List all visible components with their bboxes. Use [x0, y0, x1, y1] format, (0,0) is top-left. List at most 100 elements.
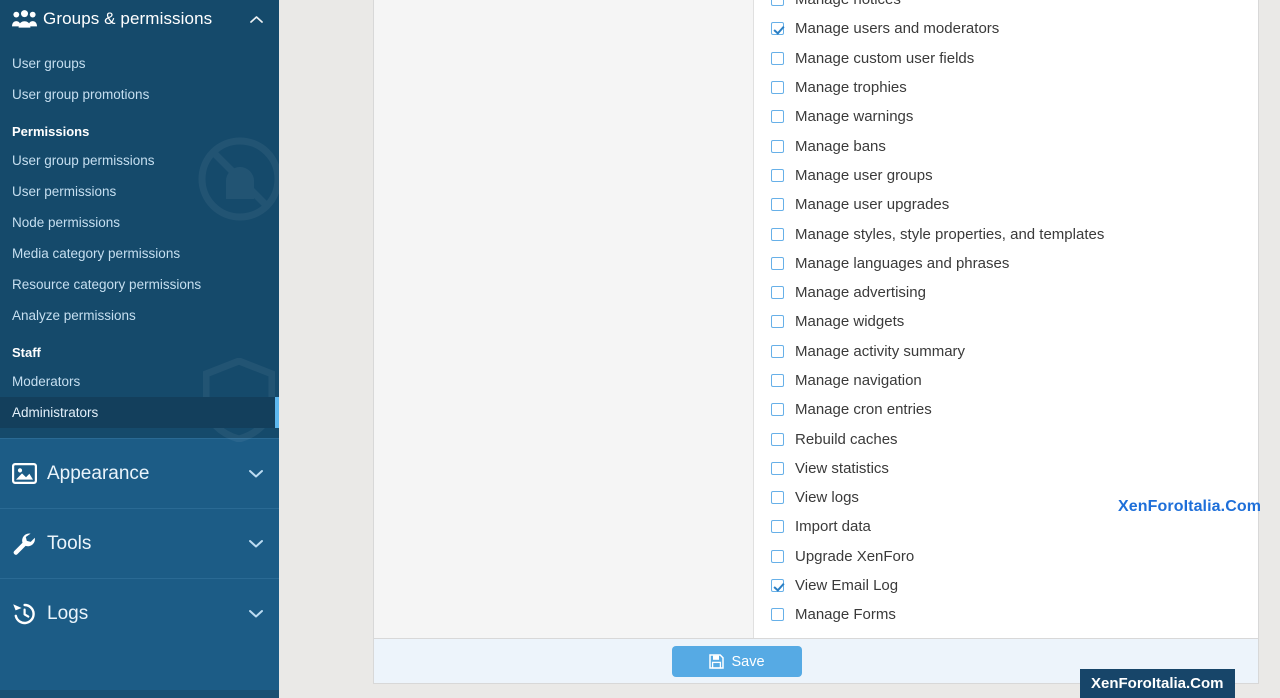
- sidebar-group-logs[interactable]: Logs: [0, 578, 279, 648]
- checkbox-unchecked[interactable]: [771, 110, 784, 124]
- permission-row[interactable]: Manage notices: [762, 0, 1258, 14]
- checkbox-unchecked[interactable]: [771, 549, 784, 563]
- permission-label[interactable]: Manage navigation: [784, 373, 922, 388]
- checkbox-unchecked[interactable]: [771, 139, 784, 153]
- checkbox-unchecked[interactable]: [771, 403, 784, 417]
- permission-label[interactable]: View statistics: [784, 461, 889, 476]
- permission-row[interactable]: Manage styles, style properties, and tem…: [762, 219, 1258, 248]
- permission-row[interactable]: Manage bans: [762, 131, 1258, 160]
- permission-label[interactable]: Import data: [784, 519, 871, 534]
- checkbox-unchecked[interactable]: [771, 286, 784, 300]
- chevron-down-icon[interactable]: [249, 539, 263, 548]
- checkbox-unchecked[interactable]: [771, 168, 784, 182]
- permission-row[interactable]: Manage activity summary: [762, 337, 1258, 366]
- sidebar-item-user-permissions[interactable]: User permissions: [0, 176, 279, 207]
- permissions-panel: Manage notices Manage users and moderator…: [373, 0, 1259, 639]
- permission-row[interactable]: Manage languages and phrases: [762, 249, 1258, 278]
- permission-label[interactable]: Manage activity summary: [784, 344, 965, 359]
- permission-row[interactable]: Manage advertising: [762, 278, 1258, 307]
- permission-row[interactable]: View statistics: [762, 454, 1258, 483]
- permission-label[interactable]: Upgrade XenForo: [784, 549, 914, 564]
- permission-row[interactable]: Manage user upgrades: [762, 190, 1258, 219]
- users-group-icon: [12, 8, 38, 30]
- sidebar-group-label: Appearance: [47, 462, 150, 484]
- watermark-badge: XenForoItalia.Com: [1080, 669, 1235, 698]
- permission-row[interactable]: Manage navigation: [762, 366, 1258, 395]
- permission-label[interactable]: Manage user upgrades: [784, 197, 949, 212]
- permission-label[interactable]: Manage cron entries: [784, 402, 932, 417]
- sidebar-item-resource-category-permissions[interactable]: Resource category permissions: [0, 269, 279, 300]
- sidebar-item-moderators[interactable]: Moderators: [0, 366, 279, 397]
- permission-label[interactable]: Manage users and moderators: [784, 21, 999, 36]
- permission-label[interactable]: Manage widgets: [784, 314, 904, 329]
- sidebar-group-tools[interactable]: Tools: [0, 508, 279, 578]
- permission-label[interactable]: View Email Log: [784, 578, 898, 593]
- sidebar-spacer-bottom: [0, 428, 279, 438]
- sidebar-group-title: Groups & permissions: [43, 9, 213, 28]
- save-button[interactable]: Save: [672, 646, 802, 677]
- permission-label[interactable]: Manage trophies: [784, 80, 907, 95]
- checkbox-unchecked[interactable]: [771, 520, 784, 534]
- permission-label[interactable]: Manage Forms: [784, 607, 896, 622]
- sidebar-group-label: Tools: [47, 532, 92, 554]
- checkbox-unchecked[interactable]: [771, 608, 784, 622]
- checkbox-unchecked[interactable]: [771, 315, 784, 329]
- permission-row[interactable]: Manage user groups: [762, 161, 1258, 190]
- sidebar-item-administrators[interactable]: Administrators: [0, 397, 279, 428]
- chevron-up-icon[interactable]: [249, 15, 263, 24]
- permission-row[interactable]: Manage users and moderators: [762, 14, 1258, 43]
- permission-label[interactable]: Manage notices: [784, 0, 901, 7]
- sidebar-item-analyze-permissions[interactable]: Analyze permissions: [0, 300, 279, 331]
- image-icon: [12, 463, 42, 484]
- permission-label[interactable]: Rebuild caches: [784, 432, 898, 447]
- permission-label[interactable]: Manage bans: [784, 139, 886, 154]
- sidebar-item-user-group-permissions[interactable]: User group permissions: [0, 145, 279, 176]
- checkbox-unchecked[interactable]: [771, 374, 784, 387]
- permission-row[interactable]: Import data: [762, 512, 1258, 541]
- permission-label[interactable]: Manage user groups: [784, 168, 933, 183]
- checkbox-unchecked[interactable]: [771, 198, 784, 212]
- permission-label[interactable]: Manage custom user fields: [784, 51, 974, 66]
- sidebar-item-media-category-permissions[interactable]: Media category permissions: [0, 238, 279, 269]
- checkbox-unchecked[interactable]: [771, 461, 784, 475]
- checkbox-unchecked[interactable]: [771, 51, 784, 65]
- permission-label[interactable]: Manage warnings: [784, 109, 913, 124]
- permission-row[interactable]: Manage widgets: [762, 307, 1258, 336]
- chevron-down-icon[interactable]: [249, 469, 263, 478]
- permission-label[interactable]: Manage languages and phrases: [784, 256, 1009, 271]
- permission-label[interactable]: Manage styles, style properties, and tem…: [784, 227, 1104, 242]
- checkbox-unchecked[interactable]: [771, 256, 784, 270]
- permission-row[interactable]: Manage cron entries: [762, 395, 1258, 424]
- checkbox-unchecked[interactable]: [771, 491, 784, 505]
- permission-row[interactable]: Manage trophies: [762, 73, 1258, 102]
- chevron-down-icon[interactable]: [249, 609, 263, 618]
- save-button-label: Save: [731, 653, 765, 670]
- checkbox-unchecked[interactable]: [771, 227, 784, 241]
- sidebar-item-user-groups[interactable]: User groups: [0, 48, 279, 79]
- wrench-icon: [12, 532, 42, 556]
- permission-row[interactable]: Upgrade XenForo: [762, 542, 1258, 571]
- checkbox-checked[interactable]: [771, 579, 784, 593]
- permission-label[interactable]: Manage advertising: [784, 285, 926, 300]
- permission-row[interactable]: View Email Log: [762, 571, 1258, 600]
- sidebar-section-heading-permissions: Permissions: [12, 124, 90, 139]
- sidebar-group-appearance[interactable]: Appearance: [0, 438, 279, 508]
- checkbox-unchecked[interactable]: [771, 344, 784, 358]
- history-clock-icon: [12, 602, 42, 626]
- checkbox-unchecked[interactable]: [771, 81, 784, 95]
- sidebar-item-node-permissions[interactable]: Node permissions: [0, 207, 279, 238]
- permission-label[interactable]: View logs: [784, 490, 859, 505]
- sidebar-group-header-groups-permissions[interactable]: Groups & permissions: [0, 0, 279, 38]
- sidebar-group-label: Logs: [47, 602, 89, 624]
- checkbox-unchecked[interactable]: [771, 432, 784, 446]
- permission-row[interactable]: Manage warnings: [762, 102, 1258, 131]
- floppy-disk-icon: [709, 654, 725, 669]
- panel-left-column: [374, 0, 754, 638]
- permission-row[interactable]: Manage Forms: [762, 600, 1258, 629]
- permission-row[interactable]: Manage custom user fields: [762, 44, 1258, 73]
- checkbox-checked[interactable]: [771, 22, 784, 36]
- sidebar-item-user-group-promotions[interactable]: User group promotions: [0, 79, 279, 110]
- checkbox-unchecked[interactable]: [771, 0, 784, 7]
- permission-row[interactable]: Rebuild caches: [762, 424, 1258, 453]
